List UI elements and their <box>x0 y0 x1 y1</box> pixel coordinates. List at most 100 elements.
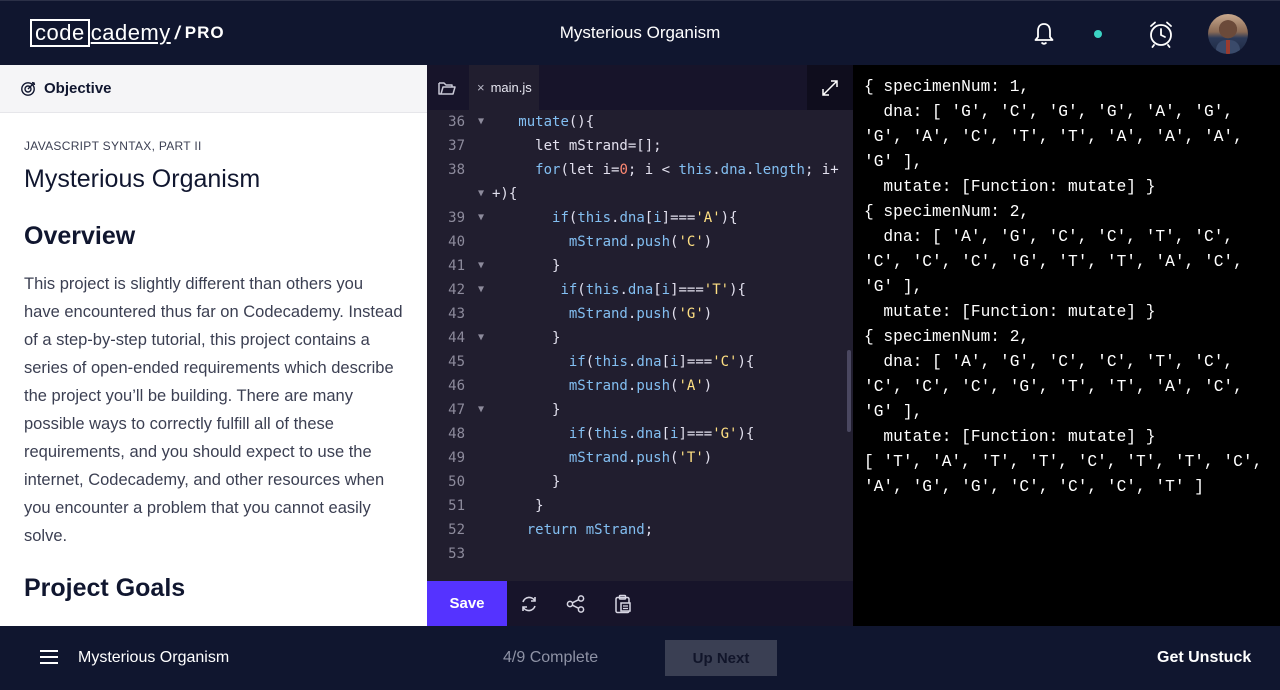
code-line: 36 ▼ mutate(){ <box>427 110 853 134</box>
logo-pro: PRO <box>184 23 225 42</box>
line-number: 41 <box>448 258 465 274</box>
share-icon[interactable] <box>566 594 586 614</box>
save-button[interactable]: Save <box>427 581 507 626</box>
code-line: 43 mStrand.push('G') <box>427 302 853 326</box>
code-line: 52 return mStrand; <box>427 518 853 542</box>
progress-text: 4/9 Complete <box>503 649 599 666</box>
code-text: } <box>493 258 561 274</box>
code-text: mStrand.push('T') <box>568 450 713 466</box>
project-goals-heading: Project Goals <box>24 574 186 602</box>
logo-slash: / <box>174 22 180 43</box>
code-area[interactable]: 36 ▼ mutate(){ 37 let mStrand=[]; 38 for(… <box>427 110 853 566</box>
fold-arrow-icon[interactable]: ▼ <box>478 278 484 302</box>
bell-icon[interactable] <box>1032 21 1056 47</box>
code-line: ▼ +){ <box>427 182 853 206</box>
code-text: mStrand.push('A') <box>568 378 713 394</box>
line-number: 49 <box>448 450 465 466</box>
code-line: 37 let mStrand=[]; <box>427 134 853 158</box>
refresh-icon[interactable] <box>519 594 539 614</box>
avatar-tie <box>1226 40 1230 54</box>
status-dot <box>1094 30 1102 38</box>
lesson-body: JAVASCRIPT SYNTAX, PART II Mysterious Or… <box>0 113 427 603</box>
code-text: if(this.dna[i]==='T'){ <box>560 282 746 298</box>
alarm-clock-icon[interactable] <box>1148 20 1174 48</box>
get-unstuck-button[interactable]: Get Unstuck <box>1157 649 1251 667</box>
code-line: 51 } <box>427 494 853 518</box>
line-number: 36 <box>448 114 465 130</box>
line-number: 53 <box>448 546 465 562</box>
line-number: 47 <box>448 402 465 418</box>
code-text: mutate(){ <box>518 114 595 130</box>
code-line: 41 ▼ } <box>427 254 853 278</box>
up-next-button[interactable]: Up Next <box>665 640 777 676</box>
bottom-project-title[interactable]: Mysterious Organism <box>78 649 229 667</box>
code-text: mStrand.push('G') <box>568 306 713 322</box>
code-text: if(this.dna[i]==='A'){ <box>552 210 738 226</box>
code-text: for(let i=0; i < this.dna.length; i+ <box>535 162 839 178</box>
expand-icon <box>822 79 838 96</box>
logo-code-box: code <box>30 19 90 47</box>
expand-button[interactable] <box>807 65 853 110</box>
line-number: 45 <box>448 354 465 370</box>
code-text: } <box>493 474 561 490</box>
fold-arrow-icon[interactable]: ▼ <box>478 182 484 206</box>
output-console[interactable]: { specimenNum: 1, dna: [ 'G', 'C', 'G', … <box>853 65 1280 626</box>
line-number: 48 <box>448 426 465 442</box>
code-line: 46 mStrand.push('A') <box>427 374 853 398</box>
editor-scrollbar[interactable] <box>847 350 851 432</box>
close-icon[interactable]: × <box>477 80 485 95</box>
page-title: Mysterious Organism <box>559 23 721 42</box>
target-icon <box>21 81 36 96</box>
objective-header[interactable]: Objective <box>0 65 427 113</box>
code-text: +){ <box>492 186 518 202</box>
fold-arrow-icon[interactable]: ▼ <box>478 110 484 134</box>
top-bar: code cademy / PRO Mysterious Organism <box>0 0 1280 65</box>
line-number: 40 <box>448 234 465 250</box>
fold-arrow-icon[interactable]: ▼ <box>478 398 484 422</box>
objective-label: Objective <box>44 80 112 97</box>
code-line: 38 for(let i=0; i < this.dna.length; i+ <box>427 158 853 182</box>
fold-arrow-icon[interactable]: ▼ <box>478 254 484 278</box>
code-line: 42 ▼ if(this.dna[i]==='T'){ <box>427 278 853 302</box>
overview-heading: Overview <box>24 222 136 250</box>
lesson-panel: Objective JAVASCRIPT SYNTAX, PART II Mys… <box>0 65 427 626</box>
line-number: 37 <box>448 138 465 154</box>
code-line: 48 if(this.dna[i]==='G'){ <box>427 422 853 446</box>
code-line: 44 ▼ } <box>427 326 853 350</box>
code-text: } <box>493 498 544 514</box>
hamburger-menu-icon[interactable] <box>40 650 58 664</box>
line-number: 42 <box>448 282 465 298</box>
lesson-kicker: JAVASCRIPT SYNTAX, PART II <box>24 139 202 153</box>
code-line: 47 ▼ } <box>427 398 853 422</box>
fold-arrow-icon[interactable]: ▼ <box>478 326 484 350</box>
code-line: 50 } <box>427 470 853 494</box>
codecademy-pro-logo[interactable]: code cademy / PRO <box>30 19 225 47</box>
code-text: if(this.dna[i]==='G'){ <box>568 426 755 442</box>
line-number: 44 <box>448 330 465 346</box>
tab-main-js[interactable]: × main.js <box>469 65 539 110</box>
line-number: 43 <box>448 306 465 322</box>
code-editor[interactable]: × main.js 36 ▼ mutate(){ 37 let mStrand=[… <box>427 65 853 581</box>
code-text: } <box>493 330 561 346</box>
line-number: 46 <box>448 378 465 394</box>
bottom-bar: Mysterious Organism 4/9 Complete Up Next… <box>0 626 1280 690</box>
line-number: 50 <box>448 474 465 490</box>
clipboard-icon[interactable] <box>613 594 633 614</box>
code-line: 45 if(this.dna[i]==='C'){ <box>427 350 853 374</box>
lesson-title: Mysterious Organism <box>24 165 261 193</box>
overview-paragraph: This project is slightly different than … <box>24 275 403 545</box>
code-line: 49 mStrand.push('T') <box>427 446 853 470</box>
editor-tab-bar: × main.js <box>427 65 853 110</box>
fold-arrow-icon[interactable]: ▼ <box>478 206 484 230</box>
avatar[interactable] <box>1208 14 1248 54</box>
editor-footer: Save <box>427 581 853 626</box>
line-number: 39 <box>448 210 465 226</box>
code-text: return mStrand; <box>526 522 654 538</box>
code-text: if(this.dna[i]==='C'){ <box>568 354 755 370</box>
code-line: 40 mStrand.push('C') <box>427 230 853 254</box>
line-number: 51 <box>448 498 465 514</box>
code-text: mStrand.push('C') <box>568 234 713 250</box>
folder-icon[interactable] <box>437 79 457 97</box>
tab-label: main.js <box>490 80 532 95</box>
line-number: 38 <box>448 162 465 178</box>
